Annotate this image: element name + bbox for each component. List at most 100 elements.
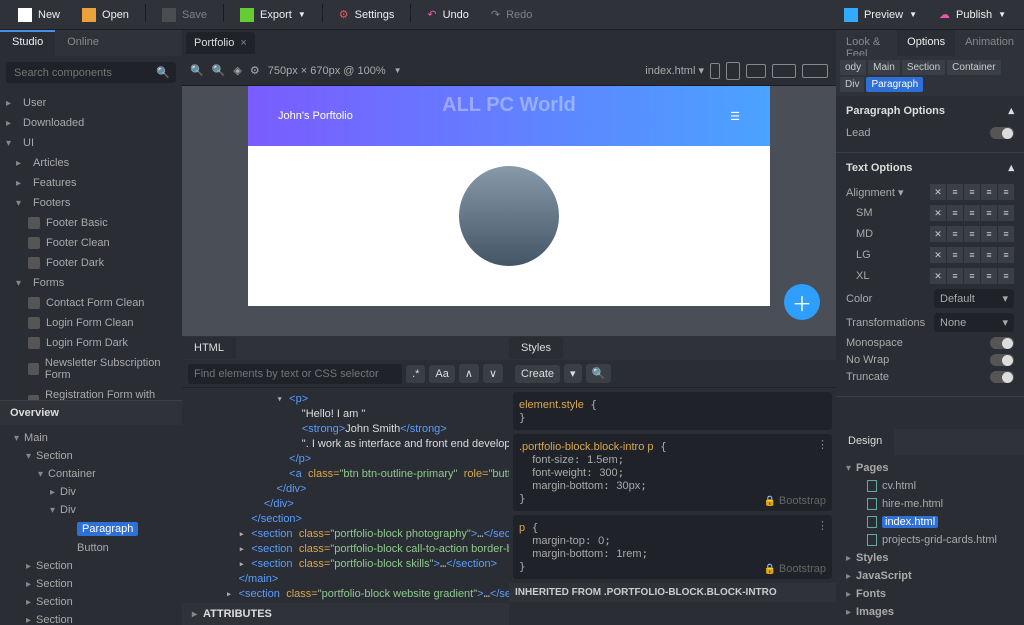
export-button[interactable]: Export▼ bbox=[230, 4, 316, 26]
design-group[interactable]: Pages bbox=[836, 459, 1024, 477]
create-dropdown[interactable]: ▾ bbox=[564, 364, 582, 383]
tab-animation[interactable]: Animation bbox=[955, 30, 1024, 56]
crumb[interactable]: Paragraph bbox=[866, 77, 923, 92]
design-group[interactable]: JavaScript bbox=[836, 567, 1024, 585]
more-icon[interactable]: ⋮ bbox=[817, 519, 828, 532]
tab-design[interactable]: Design bbox=[836, 429, 894, 455]
collapse-icon[interactable]: ▴ bbox=[1008, 161, 1014, 174]
close-icon[interactable]: × bbox=[240, 37, 246, 49]
design-group[interactable]: Images bbox=[836, 603, 1024, 621]
xl-c[interactable]: ≡ bbox=[964, 268, 980, 284]
md-r[interactable]: ≡ bbox=[981, 226, 997, 242]
open-button[interactable]: Open bbox=[72, 4, 139, 26]
overview-item[interactable]: Div bbox=[0, 483, 182, 501]
page-dropdown[interactable]: index.html ▾ bbox=[645, 64, 704, 77]
component-item[interactable]: Newsletter Subscription Form bbox=[0, 353, 182, 385]
tab-styles[interactable]: Styles bbox=[509, 337, 563, 359]
md-none[interactable]: ✕ bbox=[930, 226, 946, 242]
crumb[interactable]: Container bbox=[947, 60, 1000, 75]
hero-section[interactable]: John's Porftolio ☰ ALL PC World bbox=[248, 86, 770, 146]
crumb[interactable]: Section bbox=[902, 60, 945, 75]
component-item[interactable]: Footer Clean bbox=[0, 233, 182, 253]
style-block-1[interactable]: ⋮ .portfolio-block.block-intro p { font-… bbox=[513, 434, 832, 511]
overview-item[interactable]: Main bbox=[0, 429, 182, 447]
component-item[interactable]: Footer Dark bbox=[0, 253, 182, 273]
publish-button[interactable]: ☁Publish▼ bbox=[929, 4, 1016, 26]
lg-j[interactable]: ≡ bbox=[998, 247, 1014, 263]
style-block-2[interactable]: ⋮ p { margin-top: 0; margin-bottom: 1rem… bbox=[513, 515, 832, 579]
xl-l[interactable]: ≡ bbox=[947, 268, 963, 284]
zoom-in-icon[interactable]: 🔍 bbox=[212, 64, 226, 77]
tab-studio[interactable]: Studio bbox=[0, 30, 55, 56]
color-select[interactable]: Default▾ bbox=[934, 289, 1014, 308]
design-tree[interactable]: Pagescv.htmlhire-me.htmlindex.htmlprojec… bbox=[836, 455, 1024, 625]
preview-button[interactable]: Preview▼ bbox=[834, 4, 927, 26]
overview-item[interactable]: Paragraph bbox=[0, 519, 182, 539]
component-item[interactable]: Login Form Dark bbox=[0, 333, 182, 353]
add-fab[interactable]: ＋ bbox=[784, 284, 820, 320]
visibility-icon[interactable]: ⚙ bbox=[250, 64, 260, 77]
crumb[interactable]: Div bbox=[840, 77, 864, 92]
align-center[interactable]: ≡ bbox=[964, 184, 980, 200]
device-desktop-icon[interactable] bbox=[772, 64, 796, 78]
more-icon[interactable]: ⋮ bbox=[817, 438, 828, 451]
overview-tree[interactable]: MainSectionContainerDivDivParagraphButto… bbox=[0, 425, 182, 625]
lg-c[interactable]: ≡ bbox=[964, 247, 980, 263]
redo-button[interactable]: ↷Redo bbox=[481, 4, 543, 26]
tab-online[interactable]: Online bbox=[55, 30, 111, 56]
component-item[interactable]: Articles bbox=[0, 153, 182, 173]
device-wide-icon[interactable] bbox=[802, 64, 828, 78]
canvas[interactable]: John's Porftolio ☰ ALL PC World ＋ bbox=[182, 86, 836, 336]
attributes-header[interactable]: ATTRIBUTES bbox=[182, 603, 509, 625]
file-tab[interactable]: Portfolio × bbox=[186, 32, 255, 54]
sm-j[interactable]: ≡ bbox=[998, 205, 1014, 221]
create-button[interactable]: Create bbox=[515, 365, 560, 383]
zoom-info[interactable]: 750px × 670px @ 100% bbox=[268, 65, 386, 77]
design-group[interactable]: Fonts bbox=[836, 585, 1024, 603]
new-button[interactable]: New bbox=[8, 4, 70, 26]
align-justify[interactable]: ≡ bbox=[998, 184, 1014, 200]
lead-toggle[interactable] bbox=[990, 127, 1014, 139]
component-item[interactable]: Footers bbox=[0, 193, 182, 213]
html-code[interactable]: ▾ <p> "Hello! I am " <strong>John Smith<… bbox=[182, 388, 509, 603]
tab-options[interactable]: Options bbox=[897, 30, 955, 56]
device-laptop-icon[interactable] bbox=[746, 64, 766, 78]
component-item[interactable]: Registration Form with Photo bbox=[0, 385, 182, 400]
md-j[interactable]: ≡ bbox=[998, 226, 1014, 242]
design-file[interactable]: hire-me.html bbox=[836, 495, 1024, 513]
overview-item[interactable]: Div bbox=[0, 501, 182, 519]
style-block-element[interactable]: element.style {} bbox=[513, 392, 832, 430]
component-item[interactable]: Contact Form Clean bbox=[0, 293, 182, 313]
component-item[interactable]: Footer Basic bbox=[0, 213, 182, 233]
zoom-out-icon[interactable]: 🔍 bbox=[190, 64, 204, 77]
undo-button[interactable]: ↶Undo bbox=[417, 4, 479, 26]
xl-j[interactable]: ≡ bbox=[998, 268, 1014, 284]
overview-item[interactable]: Container bbox=[0, 465, 182, 483]
tab-html[interactable]: HTML bbox=[182, 337, 236, 359]
design-file[interactable]: projects-grid-cards.html bbox=[836, 531, 1024, 549]
crumb[interactable]: Main bbox=[868, 60, 900, 75]
device-tablet-icon[interactable] bbox=[726, 62, 740, 80]
collapse-icon[interactable]: ▴ bbox=[1008, 104, 1014, 117]
component-item[interactable]: Forms bbox=[0, 273, 182, 293]
sm-c[interactable]: ≡ bbox=[964, 205, 980, 221]
md-c[interactable]: ≡ bbox=[964, 226, 980, 242]
design-file[interactable]: index.html bbox=[836, 513, 1024, 531]
sm-l[interactable]: ≡ bbox=[947, 205, 963, 221]
overview-item[interactable]: Section bbox=[0, 593, 182, 611]
regex-button[interactable]: .* bbox=[406, 365, 425, 383]
component-item[interactable]: User bbox=[0, 93, 182, 113]
menu-icon[interactable]: ☰ bbox=[730, 110, 740, 123]
design-file[interactable]: cv.html bbox=[836, 477, 1024, 495]
html-find-input[interactable] bbox=[188, 364, 402, 384]
device-mobile-icon[interactable] bbox=[710, 63, 720, 79]
component-tree[interactable]: UserDownloadedUIArticlesFeaturesFootersF… bbox=[0, 89, 182, 400]
component-item[interactable]: Downloaded bbox=[0, 113, 182, 133]
breadcrumb[interactable]: odyMainSectionContainerDivParagraph bbox=[836, 56, 1024, 96]
case-button[interactable]: Aa bbox=[429, 365, 454, 383]
design-group[interactable]: Styles bbox=[836, 549, 1024, 567]
component-item[interactable]: Login Form Clean bbox=[0, 313, 182, 333]
tab-look-feel[interactable]: Look & Feel bbox=[836, 30, 897, 56]
align-right[interactable]: ≡ bbox=[981, 184, 997, 200]
avatar[interactable] bbox=[459, 166, 559, 266]
